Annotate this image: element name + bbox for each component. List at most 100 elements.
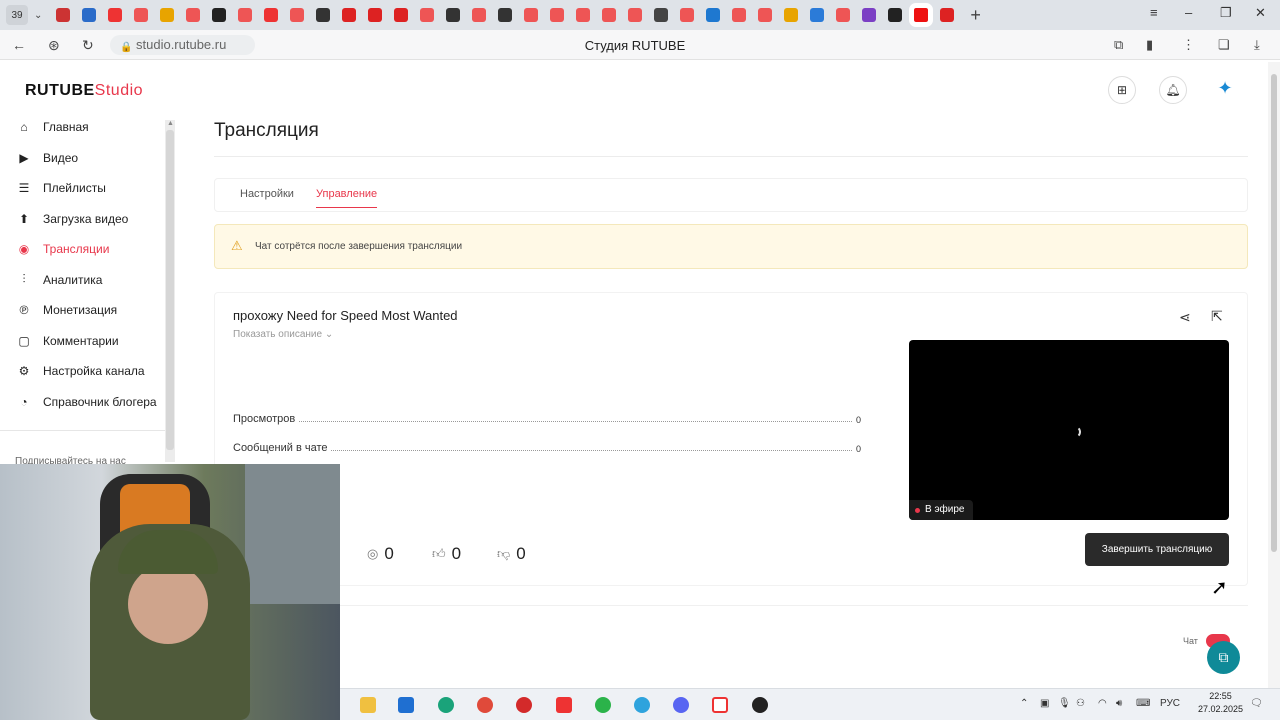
opera-icon[interactable] [516,697,532,713]
bookmark-icon[interactable]: ▮ [1146,37,1153,53]
sidebar-item-analytics[interactable]: ⫶ Аналитика [0,265,165,296]
recording-app-icon[interactable] [752,697,768,713]
notifications-icon[interactable]: 🗨︎ [1250,698,1263,709]
tab-list-icon[interactable]: ≡ [1150,5,1158,20]
whatsapp-icon[interactable] [595,697,611,713]
wifi-icon[interactable]: ◠ [1098,698,1107,709]
new-tab-button[interactable]: + [970,5,981,26]
tab-favicon[interactable] [862,8,877,22]
sidebar-item-home[interactable]: ⌂ Главная [0,112,165,143]
tab-favicon[interactable] [576,8,591,22]
tray-app-icon[interactable]: ⚇ [1076,698,1085,709]
chrome-icon[interactable] [477,697,493,713]
tab-count-badge[interactable]: 39 [6,5,28,25]
sidebar-item-channel-settings[interactable]: ⚙ Настройка канала [0,356,165,387]
tab-favicon[interactable] [56,8,71,22]
sidebar-item-blogger-help[interactable]: ◔ Справочник блогера [0,387,165,418]
page-scrollbar-thumb[interactable] [1271,74,1277,552]
tab-favicon[interactable] [732,8,747,22]
tab-favicon[interactable] [368,8,383,22]
sidebar-item-video[interactable]: ▶ Видео [0,143,165,174]
tab-favicon[interactable] [264,8,279,22]
add-content-button[interactable]: ⊞ [1108,76,1136,104]
avatar[interactable]: ✦ [1212,78,1238,102]
show-description-toggle[interactable]: Показать описание ⌄ [233,329,333,340]
tab-favicon[interactable] [108,8,123,22]
sidebar-item-comments[interactable]: ▢ Комментарии [0,326,165,357]
file-explorer-icon[interactable] [360,697,376,713]
end-stream-button[interactable]: Завершить трансляцию [1085,533,1229,566]
rutube-studio-logo[interactable]: RUTUBEStudio [25,82,143,100]
tab-favicon[interactable] [784,8,799,22]
language-indicator[interactable]: РУС [1160,698,1180,709]
logo-main-text: RUTUBE [25,82,95,99]
tray-app-icon[interactable]: ▣ [1040,698,1049,709]
notifications-button[interactable]: 🔔︎ [1159,76,1187,104]
yandex-browser-icon[interactable] [712,697,728,713]
microphone-icon[interactable]: 🎙︎ [1058,698,1071,709]
tab-favicon[interactable] [524,8,539,22]
stream-preview-player[interactable]: В эфире [909,340,1229,520]
sidebar-item-broadcasts[interactable]: ◉ Трансляции [0,234,165,265]
chat-messages-value: 0 [855,444,861,454]
share-icon[interactable]: ⋖ [1179,309,1191,326]
tabs-dropdown-icon[interactable]: ⌄ [34,10,42,21]
sidebar-item-upload[interactable]: ⬆ Загрузка видео [0,204,165,235]
menu-dots-icon[interactable]: ⋮ [1182,37,1195,53]
store-icon[interactable] [398,697,414,713]
sidebar-item-monetization[interactable]: ℗ Монетизация [0,295,165,326]
tabs-collection-icon[interactable]: ⧉ [1114,37,1123,53]
minimize-icon[interactable]: – [1185,5,1192,20]
tab-favicon[interactable] [446,8,461,22]
tab-management[interactable]: Управление [316,188,378,208]
tab-favicon[interactable] [342,8,357,22]
tab-favicon[interactable] [836,8,851,22]
close-window-icon[interactable]: ✕ [1255,5,1266,21]
sidebar-scrollbar[interactable]: ▲ [165,120,175,462]
tab-favicon[interactable] [420,8,435,22]
tab-favicon[interactable] [628,8,643,22]
tab-favicon[interactable] [212,8,227,22]
downloads-icon[interactable]: ⤓ [1254,37,1260,53]
dislikes-value: 0 [516,544,526,563]
thumbs-down-icon: 👎︎ [497,546,511,561]
tab-favicon[interactable] [654,8,669,22]
support-chat-button[interactable]: ⧉ [1207,641,1240,674]
telegram-icon[interactable] [634,697,650,713]
taskbar-clock[interactable]: 22:55 27.02.2025 [1198,690,1243,716]
discord-icon[interactable] [673,697,689,713]
scroll-up-icon[interactable]: ▲ [167,120,174,127]
tab-favicon[interactable] [82,8,97,22]
tray-expand-icon[interactable]: ⌃ [1020,698,1028,709]
tab-favicon[interactable] [940,8,955,22]
keyboard-icon[interactable]: ⌨ [1136,698,1150,709]
tab-favicon[interactable] [290,8,305,22]
external-link-icon[interactable]: ⇱ [1211,308,1223,325]
tab-favicon[interactable] [394,8,409,22]
scrollbar-thumb[interactable] [166,130,174,450]
tab-favicon[interactable] [810,8,825,22]
tab-favicon[interactable] [680,8,695,22]
page-scrollbar[interactable] [1268,62,1280,688]
tab-settings[interactable]: Настройки [240,188,294,200]
tab-favicon[interactable] [472,8,487,22]
tab-favicon-active[interactable] [909,3,934,27]
collections-icon[interactable]: ❏ [1218,37,1230,53]
tab-favicon[interactable] [134,8,149,22]
tab-favicon[interactable] [758,8,773,22]
edge-icon[interactable] [438,697,454,713]
tab-favicon[interactable] [316,8,331,22]
volume-icon[interactable]: 🔊︎ [1116,698,1122,709]
tab-favicon[interactable] [550,8,565,22]
restore-icon[interactable]: ❐ [1220,5,1232,21]
sidebar-item-playlists[interactable]: ☰ Плейлисты [0,173,165,204]
yandex-app-icon[interactable] [556,697,572,713]
tab-favicon[interactable] [238,8,253,22]
tab-favicon[interactable] [602,8,617,22]
warning-icon: ⚠ [231,238,243,253]
tab-favicon[interactable] [498,8,513,22]
tab-favicon[interactable] [888,8,903,22]
tab-favicon[interactable] [160,8,175,22]
tab-favicon[interactable] [706,8,721,22]
tab-favicon[interactable] [186,8,201,22]
